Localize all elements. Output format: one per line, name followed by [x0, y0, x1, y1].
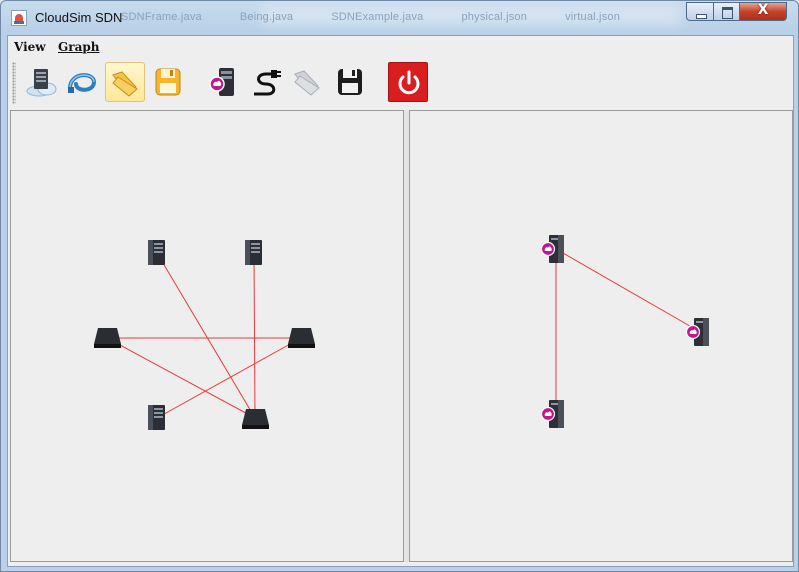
- physical-links-layer: [106, 252, 302, 419]
- save-virtual-button[interactable]: [330, 62, 370, 102]
- add-host-button[interactable]: [22, 62, 62, 102]
- background-tab: SDNExample.java: [331, 11, 424, 23]
- virtual-link: [555, 248, 703, 334]
- app-window: CloudSim SDN SDNFrame.java Being.java SDNE…: [0, 0, 799, 572]
- floppy-black-icon: [338, 69, 362, 95]
- open-button[interactable]: [105, 62, 145, 102]
- background-tab: SDNFrame.java: [121, 11, 202, 23]
- folder-grey-icon: [294, 70, 320, 96]
- maximize-button[interactable]: [713, 2, 740, 21]
- host-node[interactable]: [242, 239, 266, 267]
- menu-view[interactable]: View: [14, 40, 46, 54]
- cable-icon: [68, 73, 97, 93]
- physical-link: [156, 337, 302, 419]
- client-area: View Graph: [7, 35, 794, 567]
- physical-link: [106, 337, 256, 419]
- add-virtual-link-button[interactable]: [246, 62, 286, 102]
- minimize-button[interactable]: [686, 2, 714, 21]
- java-app-icon: [11, 10, 27, 26]
- host-node[interactable]: [145, 239, 169, 267]
- add-link-button[interactable]: [62, 62, 102, 102]
- toolbar-grip-handle[interactable]: [12, 62, 16, 104]
- menu-graph-label: Graph: [58, 40, 100, 54]
- vm-server-icon: [209, 68, 234, 96]
- background-tab: physical.json: [461, 11, 528, 23]
- toolbar: [8, 58, 793, 109]
- virtual-links-layer: [555, 248, 703, 411]
- menu-bar: View Graph: [8, 36, 793, 58]
- vm-node[interactable]: [540, 234, 570, 266]
- switch-node[interactable]: [241, 407, 271, 431]
- virtual-topology-canvas[interactable]: [409, 110, 793, 562]
- vm-node[interactable]: [540, 399, 570, 431]
- physical-topology-canvas[interactable]: [10, 110, 404, 562]
- floppy-yellow-icon: [155, 68, 181, 96]
- close-icon: X: [757, 2, 769, 18]
- save-button[interactable]: [148, 62, 188, 102]
- exit-button[interactable]: [388, 62, 428, 102]
- window-title: CloudSim SDN: [35, 10, 123, 25]
- physical-link: [253, 252, 256, 419]
- plug-cable-icon: [254, 70, 281, 96]
- title-bar[interactable]: CloudSim SDN SDNFrame.java Being.java SDNE…: [1, 1, 798, 35]
- open-virtual-button[interactable]: [288, 62, 328, 102]
- physical-link: [156, 252, 256, 419]
- switch-node[interactable]: [287, 326, 317, 350]
- vm-node[interactable]: [685, 317, 715, 349]
- switch-node[interactable]: [93, 326, 123, 350]
- power-icon: [398, 70, 420, 95]
- background-editor-tabs: SDNFrame.java Being.java SDNExample.java ph…: [121, 11, 658, 23]
- folder-open-icon: [112, 71, 138, 97]
- host-node[interactable]: [145, 404, 169, 432]
- add-vm-button[interactable]: [203, 62, 243, 102]
- host-cloud-icon: [26, 69, 57, 97]
- menu-graph[interactable]: Graph: [58, 40, 99, 54]
- graph-split-pane: [8, 108, 793, 566]
- close-button[interactable]: X: [739, 2, 787, 21]
- background-tab: Being.java: [239, 11, 294, 23]
- background-tab: virtual.json: [565, 11, 621, 23]
